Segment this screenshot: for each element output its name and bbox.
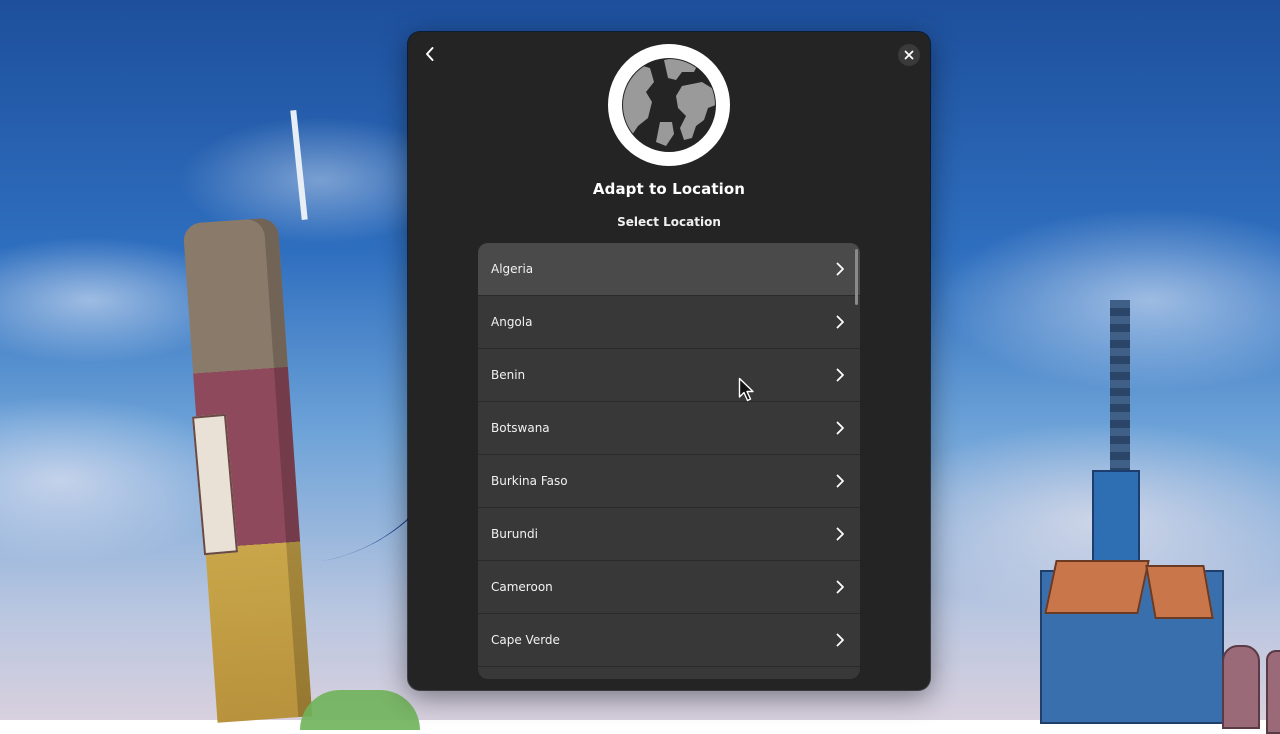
close-icon	[904, 50, 914, 60]
wallpaper-mast	[1110, 300, 1130, 480]
wallpaper-antenna	[290, 109, 308, 221]
location-list[interactable]: Algeria Angola Benin Botswana Burkina Fa…	[478, 243, 860, 679]
location-label: Cape Verde	[491, 633, 560, 647]
chevron-right-icon	[836, 474, 844, 488]
chevron-right-icon	[836, 262, 844, 276]
back-button[interactable]	[418, 40, 442, 68]
page-title: Adapt to Location	[592, 180, 746, 198]
chevron-right-icon	[836, 527, 844, 541]
location-label: Algeria	[491, 262, 534, 276]
wallpaper-tank	[1222, 645, 1260, 729]
location-row-cape-verde[interactable]: Cape Verde	[478, 614, 860, 667]
mouse-pointer-icon	[738, 377, 754, 402]
chevron-left-icon	[426, 47, 434, 61]
location-label: Benin	[491, 368, 526, 382]
location-row-benin[interactable]: Benin	[478, 349, 860, 402]
chevron-right-icon	[836, 421, 844, 435]
location-row-burkina-faso[interactable]: Burkina Faso	[478, 455, 860, 508]
location-label: Angola	[491, 315, 533, 329]
wallpaper-grass	[300, 690, 420, 730]
close-button[interactable]	[898, 44, 920, 66]
location-label: Cameroon	[491, 580, 553, 594]
page-subtitle: Select Location	[617, 215, 721, 229]
location-row-botswana[interactable]: Botswana	[478, 402, 860, 455]
chevron-right-icon	[836, 633, 844, 647]
list-scrollbar[interactable]	[855, 249, 858, 305]
location-label: Burkina Faso	[491, 474, 568, 488]
location-label: Botswana	[491, 421, 550, 435]
location-row-algeria[interactable]: Algeria	[478, 243, 860, 296]
chevron-right-icon	[836, 580, 844, 594]
location-row-burundi[interactable]: Burundi	[478, 508, 860, 561]
wallpaper-roof	[1044, 560, 1150, 614]
adapt-to-location-dialog: Adapt to Location Select Location Algeri…	[408, 32, 930, 690]
location-row-cameroon[interactable]: Cameroon	[478, 561, 860, 614]
location-row-angola[interactable]: Angola	[478, 296, 860, 349]
location-label: Burundi	[491, 527, 538, 541]
chevron-right-icon	[836, 315, 844, 329]
wallpaper-tank-small	[1266, 650, 1280, 734]
chevron-right-icon	[836, 368, 844, 382]
globe-icon	[606, 42, 732, 168]
wallpaper-roof-small	[1145, 565, 1214, 619]
